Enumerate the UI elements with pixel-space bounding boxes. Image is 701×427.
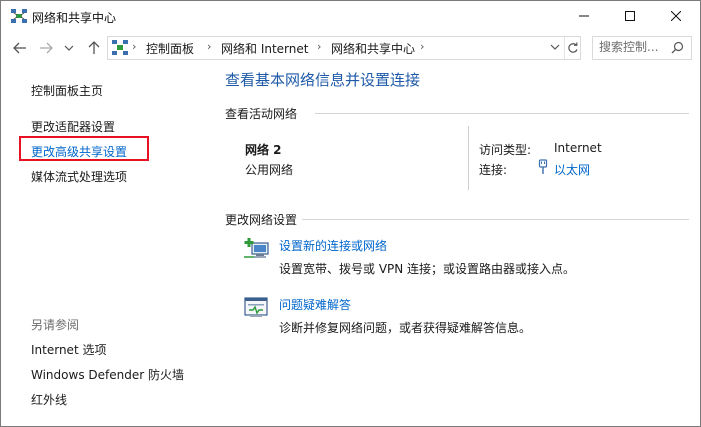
breadcrumb-separator[interactable]: › (420, 40, 424, 53)
setup-new-connection-link[interactable]: 设置新的连接或网络 (279, 237, 387, 254)
close-icon (671, 11, 681, 21)
address-bar[interactable]: › 控制面板 › 网络和 Internet › 网络和共享中心 › (107, 36, 581, 60)
breadcrumb-network-sharing-center[interactable]: 网络和共享中心 (331, 40, 415, 57)
network-center-icon (11, 9, 27, 23)
maximize-button[interactable] (607, 1, 653, 31)
windows-defender-firewall-link[interactable]: Windows Defender 防火墙 (31, 366, 184, 383)
change-adapter-settings-link[interactable]: 更改适配器设置 (31, 118, 115, 135)
breadcrumb-separator[interactable]: › (132, 40, 136, 53)
breadcrumb-network-internet[interactable]: 网络和 Internet (221, 40, 308, 57)
media-streaming-options-link[interactable]: 媒体流式处理选项 (31, 168, 127, 185)
maximize-icon (625, 11, 635, 21)
title-bar: 网络和共享中心 (1, 1, 700, 31)
left-pane: 控制面板主页 更改适配器设置 更改高级共享设置 媒体流式处理选项 另请参阅 In… (1, 65, 211, 426)
search-icon[interactable] (671, 41, 684, 57)
new-connection-icon (244, 237, 270, 261)
setup-new-connection-description: 设置宽带、拨号或 VPN 连接；或设置路由器或接入点。 (279, 262, 576, 276)
window-title: 网络和共享中心 (32, 11, 117, 25)
change-settings-title: 更改网络设置 (225, 213, 298, 227)
internet-options-link[interactable]: Internet 选项 (31, 341, 106, 358)
network-info-divider (468, 126, 469, 190)
search-box (592, 36, 692, 60)
active-networks-title: 查看活动网络 (225, 107, 298, 121)
breadcrumb-separator[interactable]: › (317, 40, 321, 53)
ethernet-connection-link[interactable]: 以太网 (554, 161, 590, 178)
back-arrow-icon[interactable] (11, 39, 29, 57)
recent-locations-icon[interactable] (63, 39, 75, 57)
troubleshoot-icon (244, 296, 270, 320)
address-dropdown-icon[interactable] (550, 40, 560, 57)
minimize-button[interactable] (561, 1, 607, 31)
control-panel-window: 网络和共享中心 › 控制面板 › 网络和 Internet › 网络和共享中心 … (0, 0, 701, 427)
refresh-button[interactable] (564, 37, 581, 59)
navigation-bar: › 控制面板 › 网络和 Internet › 网络和共享中心 › (1, 31, 700, 65)
troubleshoot-problems-description: 诊断并修复网络问题，或者获得疑难解答信息。 (279, 321, 532, 335)
main-pane: 查看基本网络信息并设置连接 查看活动网络 网络 2 公用网络 访问类型: Int… (211, 65, 700, 426)
search-input[interactable] (593, 37, 673, 57)
control-panel-home-link[interactable]: 控制面板主页 (31, 82, 103, 99)
refresh-icon (568, 42, 578, 53)
up-arrow-icon[interactable] (85, 39, 103, 57)
change-advanced-sharing-link[interactable]: 更改高级共享设置 (31, 143, 127, 160)
section-divider (315, 113, 689, 114)
control-panel-icon (112, 40, 128, 55)
minimize-icon (579, 15, 589, 17)
page-title: 查看基本网络信息并设置连接 (225, 71, 421, 89)
access-type-label: 访问类型: (479, 143, 532, 157)
troubleshoot-problems-link[interactable]: 问题疑难解答 (279, 296, 351, 313)
ethernet-icon (538, 159, 548, 178)
access-type-value: Internet (554, 141, 602, 155)
forward-arrow-icon[interactable] (37, 39, 55, 57)
network-name: 网络 2 (245, 143, 282, 157)
connections-label: 连接: (479, 163, 508, 177)
infrared-link[interactable]: 红外线 (31, 391, 67, 408)
breadcrumb-separator[interactable]: › (207, 40, 211, 53)
network-category[interactable]: 公用网络 (245, 161, 293, 178)
breadcrumb-control-panel[interactable]: 控制面板 (146, 40, 194, 57)
section-divider (302, 219, 689, 220)
see-also-title: 另请参阅 (31, 318, 80, 332)
close-button[interactable] (653, 1, 699, 31)
